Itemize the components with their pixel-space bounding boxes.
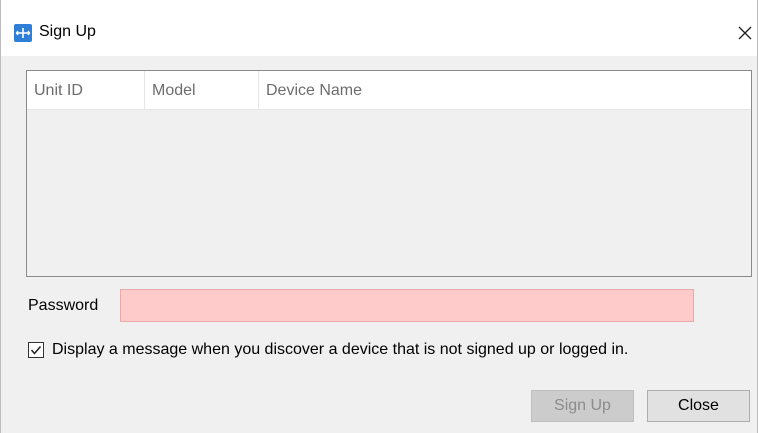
app-icon <box>14 24 32 42</box>
dialog-title: Sign Up <box>39 23 96 40</box>
column-header-device-name[interactable]: Device Name <box>259 71 751 110</box>
table-header: Unit ID Model Device Name <box>27 71 751 110</box>
sign-up-button[interactable]: Sign Up <box>531 390 634 422</box>
password-label: Password <box>28 297 99 314</box>
close-icon[interactable] <box>729 17 758 47</box>
title-bar: Sign Up <box>1 0 757 56</box>
column-header-model[interactable]: Model <box>145 71 259 110</box>
close-button[interactable]: Close <box>647 390 750 422</box>
checkmark-icon <box>30 346 42 355</box>
device-table[interactable]: Unit ID Model Device Name <box>26 70 752 277</box>
password-input[interactable] <box>120 289 694 322</box>
discovery-message-checkbox[interactable] <box>28 342 44 358</box>
column-header-unit-id[interactable]: Unit ID <box>27 71 145 110</box>
sign-up-dialog: Sign Up Unit ID Model Device Name Passwo… <box>0 0 758 433</box>
discovery-message-label: Display a message when you discover a de… <box>52 341 629 358</box>
